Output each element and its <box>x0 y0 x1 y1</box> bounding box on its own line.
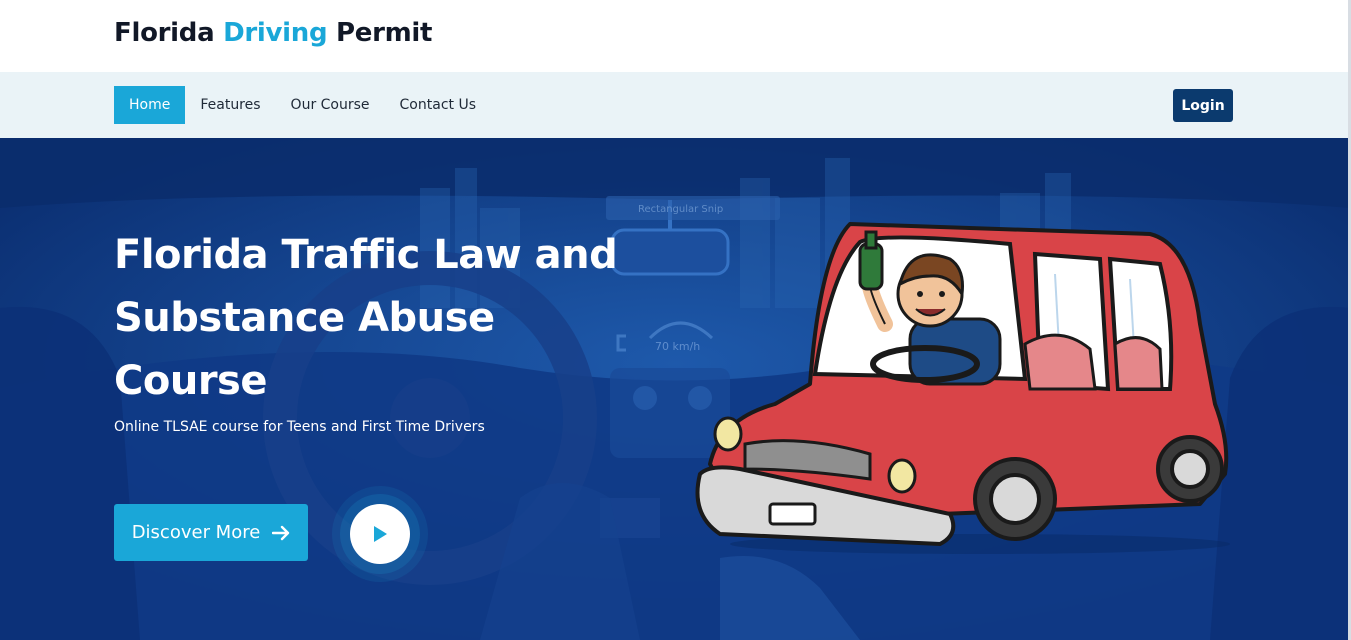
nav-item-features[interactable]: Features <box>185 86 275 124</box>
login-button[interactable]: Login <box>1173 89 1233 122</box>
play-video-button[interactable] <box>350 504 410 564</box>
video-play-control <box>330 484 430 584</box>
cartoon-car-illustration <box>695 222 1230 554</box>
main-navbar: Home Features Our Course Contact Us Logi… <box>0 72 1351 138</box>
brand-logo[interactable]: Florida Driving Permit <box>114 18 432 48</box>
discover-more-label: Discover More <box>131 522 261 543</box>
play-icon <box>374 526 387 542</box>
brand-text-permit: Permit <box>327 18 433 48</box>
nav-item-our-course[interactable]: Our Course <box>276 86 385 124</box>
discover-more-button[interactable]: Discover More <box>114 504 308 561</box>
nav-list: Home Features Our Course Contact Us <box>114 86 491 124</box>
site-header: Florida Driving Permit <box>0 0 1351 72</box>
hero-subtitle: Online TLSAE course for Teens and First … <box>114 419 485 435</box>
hero-title: Florida Traffic Law and Substance Abuse … <box>114 232 618 404</box>
brand-text-driving: Driving <box>223 18 328 48</box>
nav-item-contact-us[interactable]: Contact Us <box>385 86 491 124</box>
arrow-right-icon <box>272 525 290 540</box>
nav-item-home[interactable]: Home <box>114 86 186 124</box>
brand-text-florida: Florida <box>114 18 224 48</box>
hero-section: 70 km/h Rectangular Snip Florida Traffic… <box>0 138 1351 640</box>
